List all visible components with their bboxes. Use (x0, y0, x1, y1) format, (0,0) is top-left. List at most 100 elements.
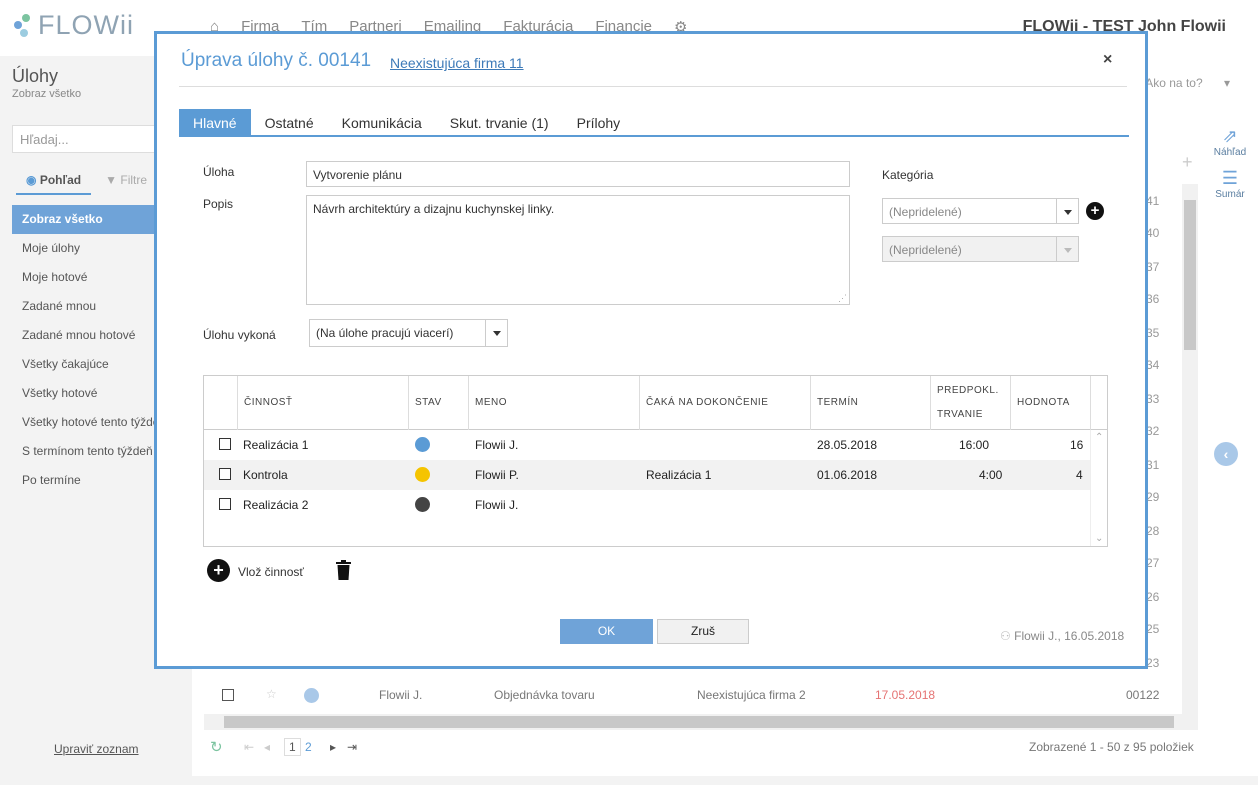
row-name: Flowii J. (379, 688, 423, 702)
tab-view[interactable]: ◉ Pohľad (16, 171, 92, 195)
task-label: Úloha (203, 165, 235, 179)
chevron-down-icon[interactable] (485, 320, 507, 346)
dialog-tabs: Hlavné Ostatné Komunikácia Skut. trvanie… (179, 109, 1129, 137)
sidebar-item[interactable]: S termínom tento týždeň (12, 437, 162, 466)
sidebar-item[interactable]: Všetky čakajúce (12, 350, 162, 379)
last-page-icon[interactable]: ⇥ (347, 740, 357, 754)
next-page-icon[interactable]: ▸ (330, 740, 336, 754)
tab-filter[interactable]: ▼ Filtre (91, 171, 157, 195)
row-checkbox[interactable] (219, 438, 231, 450)
first-page-icon[interactable]: ⇤ (244, 740, 254, 754)
page-button[interactable]: 2 (305, 740, 312, 754)
name-cell: Flowii P. (475, 468, 519, 482)
hourglass-icon (415, 437, 430, 452)
tab-attachments[interactable]: Prílohy (563, 109, 635, 135)
prev-page-icon[interactable]: ◂ (264, 740, 270, 754)
row-number: 35 (1146, 326, 1160, 340)
chevron-down-icon[interactable] (1056, 199, 1078, 223)
row-number: 27 (1146, 556, 1160, 570)
add-category-icon[interactable]: + (1086, 202, 1104, 220)
add-activity-link[interactable]: Vlož činnosť (238, 565, 304, 579)
page-subtitle: Zobraz všetko (12, 88, 82, 100)
column-header[interactable]: ČAKÁ NA DOKONČENIE (639, 376, 810, 430)
sidebar-item[interactable]: Moje úlohy (12, 234, 162, 263)
summary-label: Sumár (1215, 189, 1245, 200)
column-header[interactable]: HODNOTA (1010, 376, 1090, 430)
row-number: 23 (1146, 656, 1160, 670)
row-checkbox[interactable] (219, 498, 231, 510)
help-label: Ako na to? (1145, 76, 1203, 90)
tab-communication[interactable]: Komunikácia (328, 109, 436, 135)
checkbox[interactable] (222, 689, 234, 701)
column-header[interactable]: TERMÍN (810, 376, 930, 430)
star-icon[interactable]: ☆ (266, 687, 277, 701)
table-row[interactable]: Realizácia 2 Flowii J. (204, 490, 1090, 520)
chevron-down-icon (1056, 237, 1078, 261)
tab-main[interactable]: Hlavné (179, 109, 251, 135)
chevron-down-icon[interactable]: ⌄ (1095, 533, 1103, 544)
resize-handle-icon[interactable]: ⋰ (838, 293, 847, 304)
sidebar-item[interactable]: Všetky hotové tento týždeň (12, 408, 162, 437)
vertical-scrollbar[interactable] (1182, 184, 1198, 714)
preview-button[interactable]: ⇗ Náhľad (1210, 126, 1250, 158)
sidebar-item[interactable]: Všetky hotové (12, 379, 162, 408)
column-header[interactable]: MENO (468, 376, 639, 430)
waits-for-cell: Realizácia 1 (646, 468, 712, 482)
description-field[interactable]: Návrh architektúry a dizajnu kuchynskej … (306, 195, 850, 305)
category-select[interactable]: (Nepridelené) (882, 198, 1079, 224)
column-header[interactable]: ČINNOSŤ (237, 376, 408, 430)
table-row[interactable]: Kontrola Flowii P. Realizácia 1 01.06.20… (204, 460, 1090, 490)
column-header[interactable]: PREDPOKL. TRVANIE (930, 376, 1010, 430)
add-icon[interactable]: + (1182, 152, 1193, 173)
tab-actual-duration[interactable]: Skut. trvanie (1) (436, 109, 563, 135)
summary-button[interactable]: ☰ Sumár (1210, 168, 1250, 200)
task-field[interactable]: Vytvorenie plánu (306, 161, 850, 187)
logo-mark-icon (14, 13, 30, 37)
assignee-select[interactable]: (Na úlohe pracujú viacerí) (309, 319, 508, 347)
table-row[interactable]: ☆ Flowii J. Objednávka tovaru Neexistujú… (204, 684, 1182, 706)
column-header[interactable]: STAV (408, 376, 468, 430)
row-checkbox[interactable] (219, 468, 231, 480)
grid-scrollbar[interactable]: ⌃ ⌄ (1090, 430, 1107, 546)
sidebar-item[interactable]: Zadané mnou hotové (12, 321, 162, 350)
company-link[interactable]: Neexistujúca firma 11 (390, 55, 524, 71)
assignee-value: (Na úlohe pracujú viacerí) (316, 326, 454, 340)
sidebar-item[interactable]: Moje hotové (12, 263, 162, 292)
activity-cell: Kontrola (243, 468, 288, 482)
tab-other[interactable]: Ostatné (251, 109, 328, 135)
horizontal-scrollbar[interactable] (204, 714, 1198, 730)
table-row[interactable]: Realizácia 1 Flowii J. 28.05.2018 16:00 … (204, 430, 1090, 460)
created-by-text: Flowii J., 16.05.2018 (1014, 629, 1125, 643)
chevron-left-icon: ‹ (1223, 446, 1229, 462)
deadline-cell: 28.05.2018 (817, 438, 878, 452)
trash-icon[interactable] (336, 560, 351, 580)
name-cell: Flowii J. (475, 498, 519, 512)
search-input[interactable]: Hľadaj... (12, 125, 172, 153)
ok-button[interactable]: OK (560, 619, 653, 644)
duration-cell: 4:00 (979, 468, 1003, 482)
page-button[interactable]: 1 (284, 738, 301, 756)
logo[interactable]: FLOWii (12, 10, 134, 41)
row-date: 17.05.2018 (875, 688, 936, 702)
chevron-up-icon[interactable]: ⌃ (1095, 432, 1103, 443)
cancel-button[interactable]: Zruš (657, 619, 749, 644)
add-activity-icon[interactable]: + (207, 559, 230, 582)
logo-text: FLOWii (38, 10, 134, 40)
sidebar-item[interactable]: Po termíne (12, 466, 162, 495)
description-label: Popis (203, 197, 234, 211)
help-link[interactable]: Ako na to? ▾ (1145, 76, 1230, 90)
sidebar-item[interactable]: Zadané mnou (12, 292, 162, 321)
duration-cell: 16:00 (959, 438, 990, 452)
scrollbar-thumb[interactable] (224, 716, 1174, 728)
status-icon (304, 688, 319, 703)
tab-filter-label: Filtre (120, 173, 148, 187)
edit-list-link[interactable]: Upraviť zoznam (54, 742, 139, 756)
scrollbar-thumb[interactable] (1184, 200, 1196, 350)
close-icon[interactable]: × (1103, 51, 1112, 69)
collapse-panel-button[interactable]: ‹ (1214, 442, 1238, 466)
refresh-icon[interactable]: ↻ (210, 738, 223, 756)
subcategory-value: (Nepridelené) (889, 243, 962, 257)
sidebar-item[interactable]: Zobraz všetko (12, 205, 162, 234)
name-cell: Flowii J. (475, 438, 519, 452)
tab-view-label: Pohľad (39, 173, 82, 187)
